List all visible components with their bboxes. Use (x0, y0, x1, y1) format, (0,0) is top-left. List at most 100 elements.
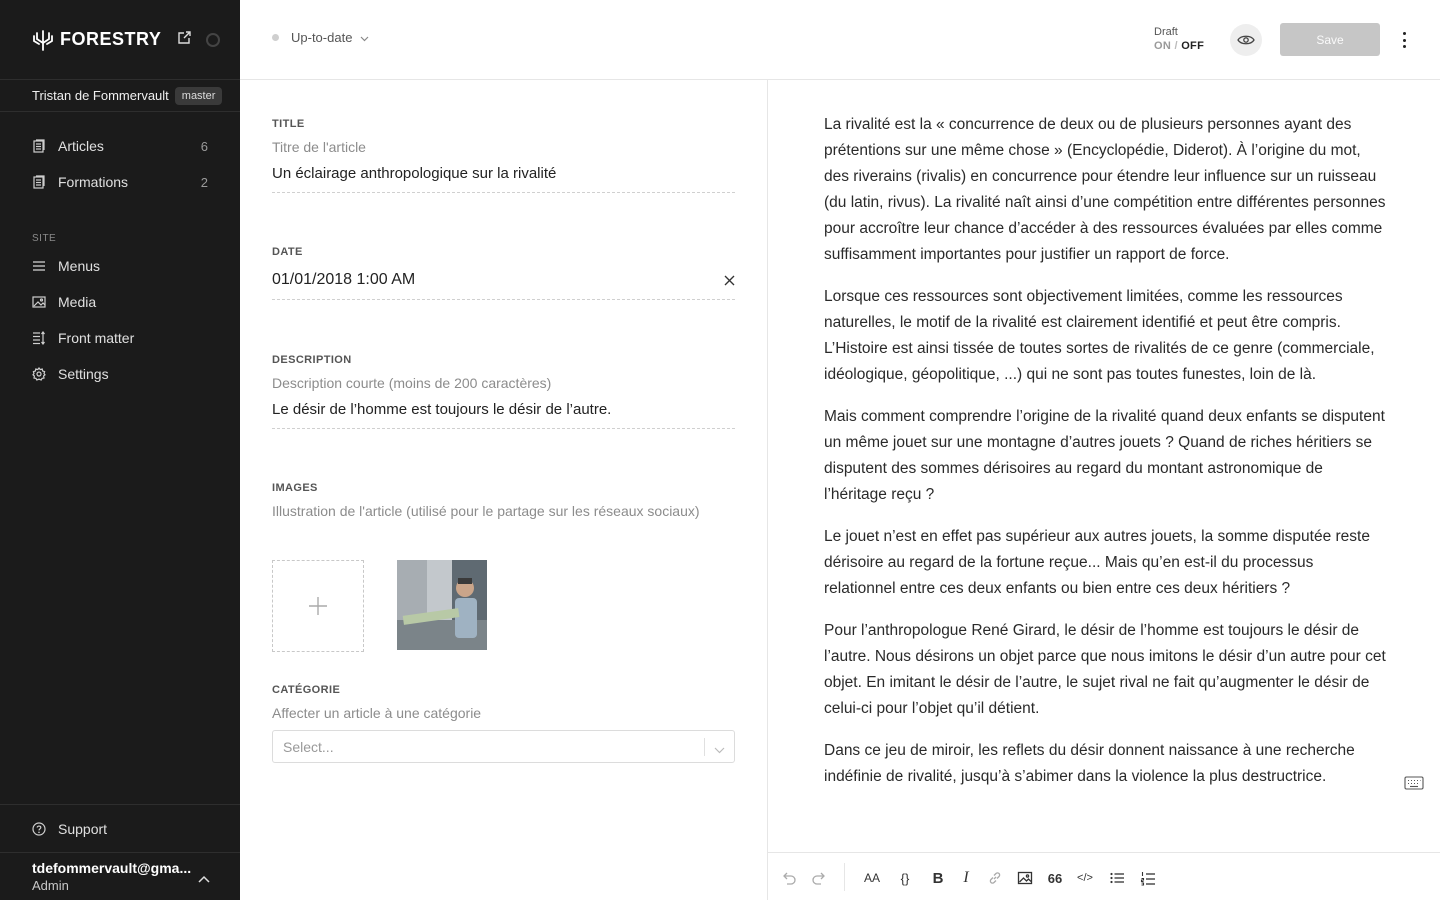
more-options-icon[interactable] (1396, 30, 1412, 50)
external-link-icon[interactable] (177, 30, 192, 50)
chevron-down-icon (714, 741, 725, 757)
sidebar-item-support[interactable]: Support (0, 804, 240, 852)
eye-icon (1237, 35, 1255, 45)
date-input[interactable]: 01/01/2018 1:00 AM (272, 271, 735, 300)
category-select[interactable]: Select... (272, 730, 735, 763)
field-help: Description courte (moins de 200 caractè… (272, 375, 552, 391)
image-thumbnail[interactable] (397, 560, 487, 650)
field-label: IMAGES (272, 482, 318, 494)
item-count: 6 (200, 138, 208, 154)
document-icon (32, 139, 46, 153)
app-name: FORESTRY (60, 29, 162, 49)
inline-code-button[interactable]: </> (1076, 869, 1094, 887)
user-branch-row: Tristan de Fommervault master (0, 80, 240, 112)
sidebar-item-label: Front matter (58, 330, 135, 346)
editor-paragraph[interactable]: La rivalité est la « concurrence de deux… (824, 112, 1389, 268)
status-dropdown[interactable]: Up-to-date (272, 30, 369, 45)
status-dot-icon (272, 34, 279, 41)
sidebar-item-label: Menus (58, 258, 101, 274)
gear-icon (32, 367, 46, 381)
quote-button[interactable]: 66 (1046, 869, 1064, 887)
editor-toolbar: AA {} B I 66 </> (768, 852, 1440, 900)
field-help: Titre de l'article (272, 139, 366, 155)
plus-icon (309, 597, 327, 615)
title-field: TITLE Titre de l'article Un éclairage an… (272, 118, 735, 193)
bold-button[interactable]: B (929, 869, 947, 887)
editor-paragraph[interactable]: Dans ce jeu de miroir, les reflets du dé… (824, 738, 1389, 790)
sidebar-item-label: Media (58, 294, 97, 310)
draft-off-option[interactable]: OFF (1181, 40, 1204, 52)
site-nav: Menus Media Front matter Settings (0, 248, 240, 392)
field-label: DATE (272, 246, 303, 258)
sidebar-item-label: Formations (58, 174, 129, 190)
text-size-button[interactable]: AA (861, 869, 883, 887)
field-help: Affecter un article à une catégorie (272, 705, 482, 721)
add-image-button[interactable] (272, 560, 364, 652)
editor-body[interactable]: La rivalité est la « concurrence de deux… (824, 112, 1389, 806)
loading-spinner-icon (206, 32, 221, 47)
images-field: IMAGES Illustration de l'article (utilis… (272, 482, 735, 662)
sidebar-item-formations[interactable]: Formations 2 (0, 164, 240, 200)
chevron-up-icon (198, 870, 210, 888)
date-value: 01/01/2018 1:00 AM (272, 271, 416, 288)
document-icon (32, 175, 46, 189)
top-bar: Up-to-date Draft ON / OFF Save (240, 0, 1440, 80)
numbered-list-icon[interactable] (1139, 869, 1157, 887)
redo-icon[interactable] (810, 869, 828, 887)
italic-button[interactable]: I (957, 869, 975, 887)
editor-paragraph[interactable]: Le jouet n’est en effet pas supérieur au… (824, 524, 1389, 602)
editor-paragraph[interactable]: Pour l’anthropologue René Girard, le dés… (824, 618, 1389, 722)
date-field: DATE 01/01/2018 1:00 AM (272, 246, 735, 300)
title-input[interactable]: Un éclairage anthropologique sur la riva… (272, 165, 735, 193)
sidebar-item-label: Settings (58, 366, 109, 382)
select-divider (704, 738, 705, 756)
sidebar: FORESTRY Tristan de Fommervault master A… (0, 0, 240, 900)
link-icon[interactable] (986, 869, 1004, 887)
select-placeholder: Select... (283, 738, 334, 755)
sidebar-item-media[interactable]: Media (0, 284, 240, 320)
status-label: Up-to-date (291, 30, 353, 45)
sidebar-item-front-matter[interactable]: Front matter (0, 320, 240, 356)
preview-button[interactable] (1230, 24, 1262, 56)
account-role: Admin (32, 878, 69, 893)
editor-paragraph[interactable]: Mais comment comprendre l’origine de la … (824, 404, 1389, 508)
content-nav: Articles 6 Formations 2 (0, 128, 240, 200)
account-menu[interactable]: tdefommervault@gma... Admin (0, 852, 240, 900)
front-matter-form: TITLE Titre de l'article Un éclairage an… (240, 80, 768, 900)
menu-icon (32, 259, 46, 273)
draft-toggle[interactable]: Draft ON / OFF (1154, 25, 1204, 53)
field-label: TITLE (272, 118, 305, 130)
clear-icon[interactable] (724, 273, 735, 291)
sidebar-item-settings[interactable]: Settings (0, 356, 240, 392)
draft-label: Draft (1154, 26, 1178, 38)
undo-icon[interactable] (780, 869, 798, 887)
chevron-down-icon (360, 30, 369, 45)
item-count: 2 (200, 174, 208, 190)
editor-paragraph[interactable]: Lorsque ces ressources sont objectivemen… (824, 284, 1389, 388)
sidebar-header: FORESTRY (0, 0, 240, 80)
account-email: tdefommervault@gma... (32, 860, 192, 876)
draft-on-option[interactable]: ON (1154, 40, 1171, 52)
sidebar-item-label: Articles (58, 138, 104, 154)
branch-badge[interactable]: master (174, 86, 223, 105)
field-help: Illustration de l'article (utilisé pour … (272, 503, 700, 519)
image-icon[interactable] (1016, 869, 1034, 887)
image-icon (32, 295, 46, 309)
sidebar-item-menus[interactable]: Menus (0, 248, 240, 284)
code-block-button[interactable]: {} (896, 869, 914, 887)
category-field: CATÉGORIE Affecter un article à une caté… (272, 684, 735, 763)
field-label: CATÉGORIE (272, 684, 341, 696)
toolbar-divider (844, 863, 845, 891)
help-circle-icon (32, 821, 46, 836)
bullet-list-icon[interactable] (1108, 869, 1126, 887)
sidebar-item-label: Support (58, 820, 108, 837)
content-editor[interactable]: La rivalité est la « concurrence de deux… (768, 80, 1440, 852)
save-button[interactable]: Save (1280, 23, 1380, 56)
keyboard-icon[interactable] (1404, 776, 1424, 795)
description-input[interactable]: Le désir de l’homme est toujours le dési… (272, 401, 735, 429)
field-label: DESCRIPTION (272, 354, 352, 366)
description-field: DESCRIPTION Description courte (moins de… (272, 354, 735, 429)
app-logo[interactable]: FORESTRY (32, 29, 161, 51)
front-matter-icon (32, 331, 46, 345)
sidebar-item-articles[interactable]: Articles 6 (0, 128, 240, 164)
